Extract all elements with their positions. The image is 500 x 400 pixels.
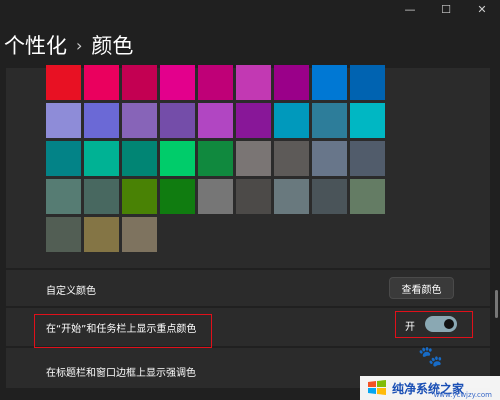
color-swatch[interactable] [274,141,309,176]
color-swatch[interactable] [46,65,81,100]
color-swatch[interactable] [350,141,385,176]
breadcrumb: 个性化 › 颜色 [4,30,133,60]
color-swatch[interactable] [350,103,385,138]
color-swatch[interactable] [312,141,347,176]
color-swatch[interactable] [46,217,81,252]
color-swatch[interactable] [122,65,157,100]
chevron-right-icon: › [76,35,83,55]
paw-icon: 🐾 [418,344,443,368]
color-swatch[interactable] [160,141,195,176]
color-swatch[interactable] [350,179,385,214]
color-swatch[interactable] [160,179,195,214]
color-swatch[interactable] [84,179,119,214]
page-title: 颜色 [91,34,134,58]
color-swatch[interactable] [236,141,271,176]
color-swatch[interactable] [198,103,233,138]
windows-logo-icon [368,380,386,395]
color-swatch[interactable] [122,179,157,214]
color-swatch[interactable] [84,65,119,100]
color-swatch[interactable] [122,103,157,138]
highlight-box-toggle [395,311,473,338]
maximize-icon[interactable]: ☐ [428,0,464,18]
minimize-icon[interactable]: — [392,0,428,18]
color-swatch[interactable] [46,179,81,214]
color-swatch[interactable] [84,141,119,176]
title-bars-label: 在标题栏和窗口边框上显示强调色 [46,368,196,379]
color-swatch[interactable] [312,65,347,100]
color-swatch[interactable] [198,141,233,176]
color-swatch[interactable] [46,141,81,176]
color-swatch[interactable] [312,179,347,214]
color-swatch[interactable] [198,179,233,214]
window-caption-buttons: — ☐ ✕ [392,0,500,18]
view-colors-button[interactable]: 查看颜色 [389,277,454,299]
close-icon[interactable]: ✕ [464,0,500,18]
scrollbar[interactable] [495,290,498,318]
color-swatch[interactable] [160,65,195,100]
color-swatch[interactable] [84,103,119,138]
color-swatch[interactable] [350,65,385,100]
color-swatch[interactable] [84,217,119,252]
color-swatch[interactable] [274,65,309,100]
watermark-url: www.ycwjzy.com [433,391,492,399]
color-swatch[interactable] [274,179,309,214]
watermark: 纯净系统之家 www.ycwjzy.com [360,376,500,400]
color-swatch[interactable] [236,179,271,214]
color-swatch[interactable] [236,103,271,138]
color-swatch[interactable] [236,65,271,100]
color-swatch[interactable] [160,103,195,138]
color-swatch[interactable] [122,217,157,252]
breadcrumb-parent[interactable]: 个性化 [4,30,67,60]
color-swatch[interactable] [46,103,81,138]
custom-color-label: 自定义颜色 [46,286,96,297]
color-swatch[interactable] [274,103,309,138]
highlight-box-label [34,314,212,348]
color-swatch[interactable] [122,141,157,176]
color-swatch[interactable] [198,65,233,100]
color-swatch[interactable] [312,103,347,138]
